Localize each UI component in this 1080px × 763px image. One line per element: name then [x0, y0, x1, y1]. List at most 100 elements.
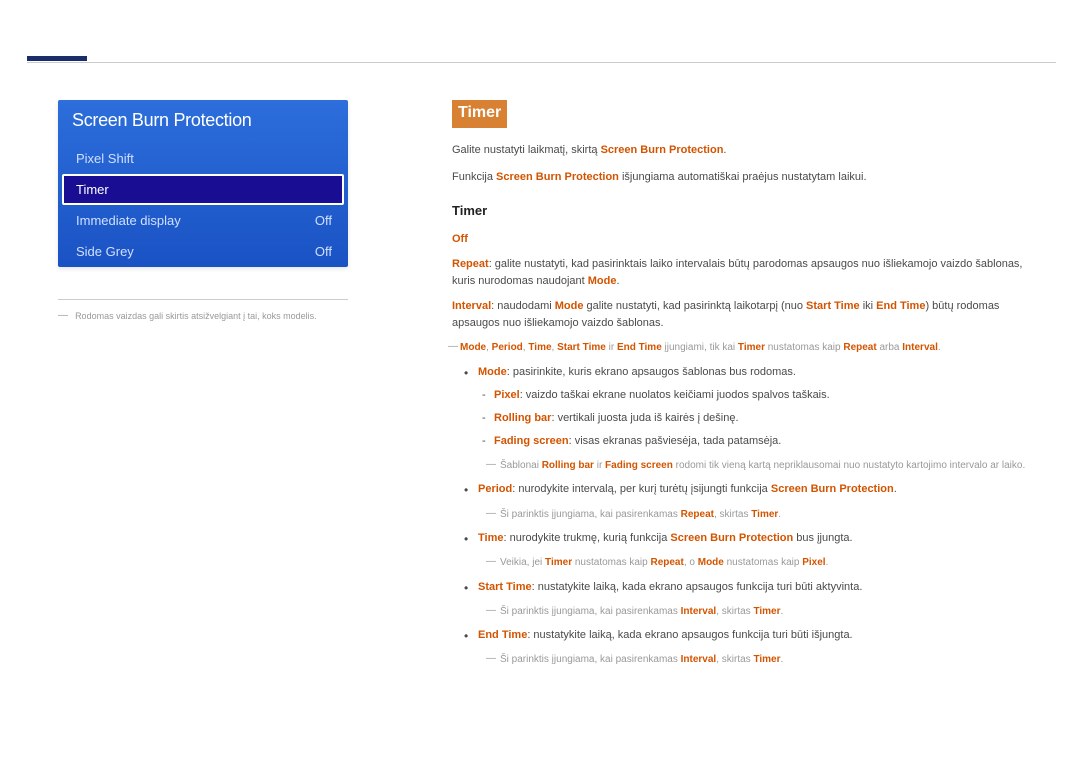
text: : nurodykite trukmę, kurią funkcija [503, 532, 670, 544]
panel-item-label: Pixel Shift [76, 151, 134, 166]
options-list-3: Time: nurodykite trukmę, kurią funkcija … [452, 530, 1038, 547]
keyword: Interval [452, 300, 491, 312]
panel-item-pixel-shift[interactable]: Pixel Shift [58, 143, 348, 174]
keyword: Mode [555, 300, 584, 312]
text: arba [877, 342, 903, 353]
text: , skirtas [716, 654, 753, 665]
text: . [616, 275, 619, 287]
options-list-2: Period: nurodykite intervalą, per kurį t… [452, 481, 1038, 498]
keyword: Start Time [478, 581, 532, 593]
text: . [781, 654, 784, 665]
options-list-5: End Time: nustatykite laiką, kada ekrano… [452, 627, 1038, 644]
panel-title: Screen Burn Protection [58, 100, 348, 143]
text: . [723, 144, 726, 156]
text: : naudodami [491, 300, 555, 312]
text: įjungiami, tik kai [662, 342, 738, 353]
panel-item-immediate-display[interactable]: Immediate display Off [58, 205, 348, 236]
option-period: Period: nurodykite intervalą, per kurį t… [478, 481, 1038, 498]
sub-rolling-bar: Rolling bar: vertikali juosta juda iš ka… [494, 410, 1038, 427]
text: : vaizdo taškai ekrane nuolatos keičiami… [520, 389, 830, 401]
panel-item-value: Off [315, 244, 332, 259]
text: Ši parinktis įjungiama, kai pasirenkamas [500, 606, 681, 617]
text: rodomi tik vieną kartą nepriklausomai nu… [673, 460, 1025, 471]
text: : nurodykite intervalą, per kurį turėtų … [512, 483, 771, 495]
left-column: Screen Burn Protection Pixel Shift Timer… [58, 100, 348, 323]
text: nustatomas kaip [765, 342, 843, 353]
keyword: Repeat [843, 342, 876, 353]
text: , skirtas [714, 509, 751, 520]
keyword: Pixel [802, 557, 825, 568]
left-footnote: Rodomas vaizdas gali skirtis atsižvelgia… [75, 311, 317, 321]
keyword: Period [492, 342, 523, 353]
text: galite nustatyti, kad pasirinktą laikota… [583, 300, 806, 312]
text: Funkcija [452, 171, 496, 183]
keyword: Pixel [494, 389, 520, 401]
settings-panel: Screen Burn Protection Pixel Shift Timer… [58, 100, 348, 267]
text: bus įjungta. [793, 532, 852, 544]
keyword: End Time [876, 300, 925, 312]
keyword: Timer [753, 654, 780, 665]
interval-line: Interval: naudodami Mode galite nustatyt… [452, 298, 1038, 332]
intro-line-2: Funkcija Screen Burn Protection išjungia… [452, 169, 1038, 186]
note-end: Ši parinktis įjungiama, kai pasirenkamas… [478, 652, 1038, 668]
text: ir [606, 342, 617, 353]
keyword: Repeat [681, 509, 714, 520]
text: . [826, 557, 829, 568]
text: Ši parinktis įjungiama, kai pasirenkamas [500, 509, 681, 520]
options-list: Mode: pasirinkite, kuris ekrano apsaugos… [452, 364, 1038, 450]
keyword: Interval [681, 654, 717, 665]
text: Galite nustatyti laikmatį, skirtą [452, 144, 601, 156]
keyword: Time [478, 532, 503, 544]
note-start: Ši parinktis įjungiama, kai pasirenkamas… [478, 604, 1038, 620]
panel-item-timer[interactable]: Timer [62, 174, 344, 205]
keyword: Mode [478, 366, 507, 378]
dash-icon: ― [58, 310, 68, 321]
panel-item-label: Immediate display [76, 213, 181, 228]
keyword: End Time [617, 342, 662, 353]
keyword: Timer [753, 606, 780, 617]
keyword: Screen Burn Protection [670, 532, 793, 544]
keyword: Timer [751, 509, 778, 520]
footnote-row: ― Rodomas vaizdas gali skirtis atsižvelg… [58, 310, 348, 323]
options-list-4: Start Time: nustatykite laiką, kada ekra… [452, 579, 1038, 596]
keyword: Interval [902, 342, 938, 353]
text: : nustatykite laiką, kada ekrano apsaugo… [532, 581, 863, 593]
note-mode-once: Šablonai Rolling bar ir Fading screen ro… [478, 458, 1038, 474]
panel-item-label: Timer [76, 182, 109, 197]
text: ir [594, 460, 605, 471]
text: : nustatykite laiką, kada ekrano apsaugo… [527, 629, 852, 641]
text: išjungiama automatiškai praėjus nustatyt… [619, 171, 867, 183]
text: , o [684, 557, 698, 568]
option-end-time: End Time: nustatykite laiką, kada ekrano… [478, 627, 1038, 644]
keyword: Screen Burn Protection [601, 144, 724, 156]
keyword: Mode [588, 275, 617, 287]
intro-line-1: Galite nustatyti laikmatį, skirtą Screen… [452, 142, 1038, 159]
sub-pixel: Pixel: vaizdo taškai ekrane nuolatos kei… [494, 387, 1038, 404]
header-rule [27, 62, 1056, 63]
text: nustatomas kaip [724, 557, 802, 568]
option-time: Time: nurodykite trukmę, kurią funkcija … [478, 530, 1038, 547]
keyword: Interval [681, 606, 717, 617]
keyword: Fading screen [494, 435, 569, 447]
keyword: Rolling bar [494, 412, 551, 424]
keyword: Rolling bar [542, 460, 594, 471]
content-column: Timer Galite nustatyti laikmatį, skirtą … [452, 100, 1038, 676]
repeat-line: Repeat: galite nustatyti, kad pasirinkta… [452, 256, 1038, 290]
text: : galite nustatyti, kad pasirinktais lai… [452, 258, 1023, 287]
left-divider [58, 299, 348, 300]
sub-fading-screen: Fading screen: visas ekranas pašviesėja,… [494, 433, 1038, 450]
keyword: Repeat [452, 258, 489, 270]
subheading-timer: Timer [452, 201, 1038, 221]
keyword: Repeat [650, 557, 683, 568]
keyword: Start Time [557, 342, 606, 353]
text: Veikia, jei [500, 557, 545, 568]
text: . [938, 342, 941, 353]
text: . [781, 606, 784, 617]
section-heading: Timer [452, 100, 507, 128]
keyword: Timer [738, 342, 765, 353]
note-mode-period: Mode, Period, Time, Start Time ir End Ti… [452, 340, 1038, 356]
panel-item-side-grey[interactable]: Side Grey Off [58, 236, 348, 267]
text: . [778, 509, 781, 520]
keyword: Period [478, 483, 512, 495]
text: nustatomas kaip [572, 557, 650, 568]
